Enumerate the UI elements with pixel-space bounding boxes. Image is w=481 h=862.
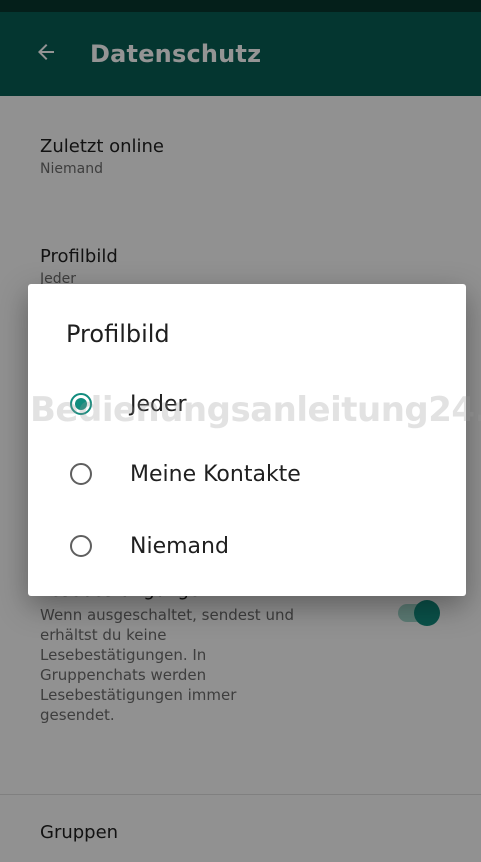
option-nobody[interactable]: Niemand [28, 514, 466, 578]
radio-unchecked-icon [70, 463, 92, 485]
option-label: Meine Kontakte [130, 461, 301, 487]
dialog-title: Profilbild [66, 320, 170, 348]
privacy-settings-screen: Datenschutz Zuletzt online Niemand Profi… [0, 0, 481, 862]
option-label: Jeder [130, 391, 187, 417]
option-label: Niemand [130, 533, 229, 559]
radio-unchecked-icon [70, 535, 92, 557]
option-everyone[interactable]: Jeder [28, 372, 466, 436]
option-my-contacts[interactable]: Meine Kontakte [28, 442, 466, 506]
radio-checked-icon [70, 393, 92, 415]
profile-photo-dialog: Profilbild Jeder Meine Kontakte Niemand [28, 284, 466, 596]
